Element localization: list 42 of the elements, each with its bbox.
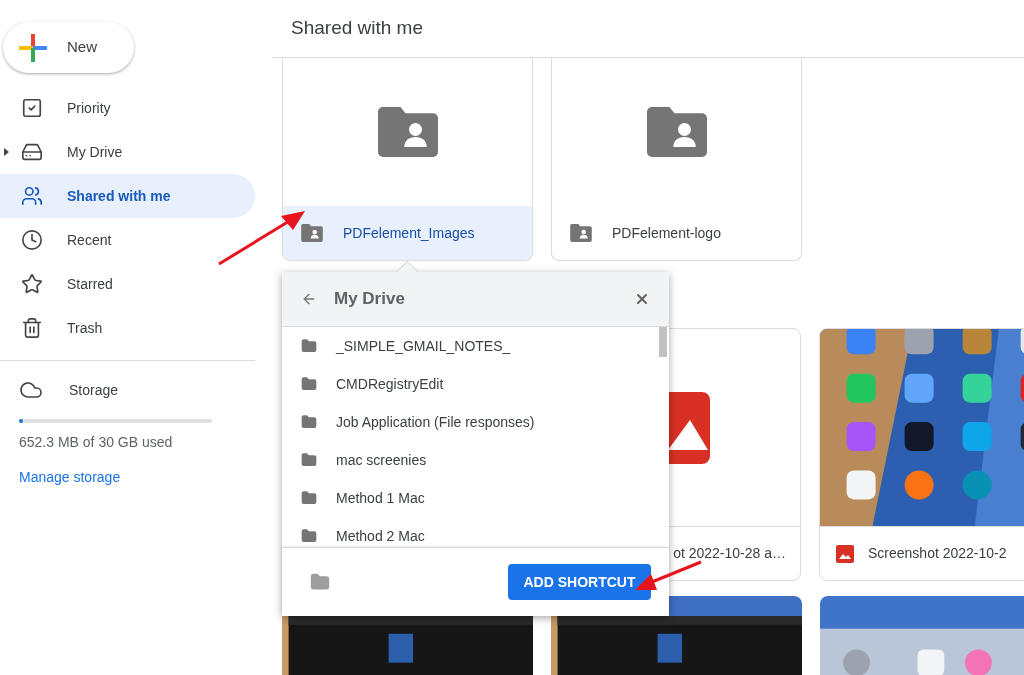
scrollbar-thumb [659, 327, 667, 357]
page-title: Shared with me [291, 16, 423, 41]
sidebar-item[interactable]: My Drive [0, 130, 255, 174]
shared-folder-icon [376, 107, 439, 157]
trash-icon [21, 317, 43, 339]
plus-icon [19, 33, 47, 62]
sidebar-item[interactable]: Trash [0, 306, 255, 350]
sidebar-item[interactable]: Priority [0, 86, 255, 130]
storage-usage: 652.3 MB of 30 GB used [19, 433, 174, 452]
dialog-title: My Drive [334, 288, 405, 311]
add-shortcut-button[interactable]: ADD SHORTCUT [508, 564, 651, 600]
folder-card[interactable]: PDFelement_Images [282, 58, 533, 261]
sidebar-item[interactable]: Shared with me [0, 174, 255, 218]
shared-folder-icon [570, 224, 592, 242]
folder-icon [301, 338, 317, 354]
sidebar-item[interactable]: Starred [0, 262, 255, 306]
folder-card[interactable]: PDFelement-logo [551, 58, 802, 261]
shared-folder-icon [301, 224, 323, 242]
folder-icon [301, 490, 317, 506]
shared-folder-icon [645, 107, 708, 157]
file-name: ot 2022-10-28 a… [673, 544, 786, 563]
new-button[interactable]: New [3, 22, 134, 73]
folder-name: PDFelement-logo [612, 223, 721, 243]
sidebar-item[interactable]: Recent [0, 218, 255, 262]
folder-icon [301, 528, 317, 544]
manage-storage-link[interactable]: Manage storage [19, 467, 121, 488]
storage-label: Storage [69, 380, 119, 400]
image-file-icon [836, 544, 854, 563]
folder-icon [301, 414, 317, 430]
star-icon [21, 273, 43, 295]
clock-icon [21, 229, 43, 251]
caret-icon[interactable] [4, 148, 9, 156]
file-card[interactable]: Screenshot 2022-10-2 [819, 328, 1024, 581]
folder-icon [301, 376, 317, 392]
folder-name: PDFelement_Images [343, 223, 475, 243]
drive-icon [21, 141, 43, 163]
folder-icon [301, 452, 317, 468]
close-icon [634, 291, 650, 307]
checkbox-icon [21, 97, 43, 119]
file-name: Screenshot 2022-10-2 [868, 544, 1007, 563]
people-icon [21, 185, 43, 207]
new-folder-icon[interactable] [310, 572, 330, 592]
